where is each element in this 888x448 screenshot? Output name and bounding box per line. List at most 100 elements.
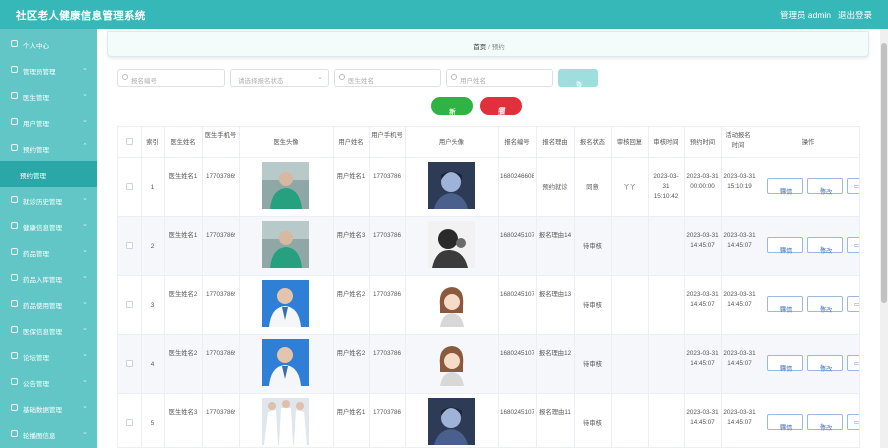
insurance-icon (11, 326, 18, 333)
search-icon (339, 74, 345, 80)
image-icon (11, 430, 18, 437)
sidebar-item-label: 药品管理 (23, 251, 49, 258)
doctor-name-input[interactable]: 医生姓名 (334, 69, 441, 87)
trash-icon: ▭ (854, 183, 860, 190)
sidebar-item-label: 个人中心 (23, 43, 49, 50)
search-icon: ⌕ (576, 79, 580, 86)
delete-row-button[interactable]: ▭ (847, 178, 860, 194)
detail-button[interactable]: ▤ 详情 (767, 178, 803, 196)
delete-row-button[interactable]: ▭ (847, 355, 859, 371)
sidebar-item-profile[interactable]: 个人中心 (0, 31, 97, 57)
chevron-down-icon: ⌄ (82, 91, 88, 98)
page-scrollbar[interactable] (880, 29, 888, 448)
row-checkbox[interactable] (126, 242, 133, 249)
sidebar-item-insurance[interactable]: 医保信息管理 ⌄ (0, 317, 97, 343)
sidebar-item-label: 药品使用管理 (23, 303, 62, 310)
sidebar-item-basedata[interactable]: 基础数据管理 ⌄ (0, 395, 97, 421)
breadcrumb-separator: / (488, 44, 490, 51)
main-content: 首页 / 预约 报名编号 请选择报名状态 ⌄ 医生姓名 用户姓名 查询 ⌕ ＋ … (97, 29, 880, 448)
sidebar-item-drugs[interactable]: 药品管理 ⌄ (0, 239, 97, 265)
row-checkbox[interactable] (126, 301, 133, 308)
chevron-down-icon: ⌄ (317, 74, 323, 81)
detail-button[interactable]: ▤ 详情 (767, 296, 803, 314)
admin-icon (11, 66, 18, 73)
breadcrumb-current: 预约 (491, 44, 505, 51)
chevron-up-icon: ⌃ (82, 143, 88, 150)
sidebar-item-drug-usage[interactable]: 药品使用管理 ⌄ (0, 291, 97, 317)
sidebar-item-label: 论坛管理 (23, 355, 49, 362)
sidebar-item-admin[interactable]: 管理员管理 ⌄ (0, 57, 97, 83)
history-icon (11, 196, 18, 203)
edit-button[interactable]: ✎ 修改 (807, 296, 843, 314)
sidebar-item-label: 公告管理 (23, 381, 49, 388)
sidebar-item-users[interactable]: 用户管理 ⌄ (0, 109, 97, 135)
sidebar-item-drug-inbound[interactable]: 药品入库管理 ⌄ (0, 265, 97, 291)
chevron-down-icon: ⌄ (82, 377, 88, 384)
chevron-down-icon: ⌄ (82, 195, 88, 202)
delete-row-button[interactable]: ▭ (847, 237, 859, 253)
chevron-down-icon: ⌄ (82, 247, 88, 254)
edit-button[interactable]: ✎ 修改 (807, 178, 843, 196)
sidebar-item-history[interactable]: 就诊历史管理 ⌄ (0, 187, 97, 213)
detail-button[interactable]: ▤ 详情 (767, 237, 803, 255)
sidebar-item-notice[interactable]: 公告管理 ⌄ (0, 369, 97, 395)
delete-button[interactable]: 🗑 删除 (480, 97, 522, 126)
row-checkbox[interactable] (126, 419, 133, 426)
sidebar-item-label: 就诊历史管理 (23, 199, 62, 206)
detail-button[interactable]: ▤ 详情 (767, 414, 803, 432)
appointment-no-input[interactable]: 报名编号 (117, 69, 225, 87)
breadcrumb-home[interactable]: 首页 (473, 44, 486, 51)
trash-icon: ▭ (854, 301, 860, 308)
calendar-icon (11, 144, 18, 151)
top-header: 社区老人健康信息管理系统 管理员 admin 退出登录 (0, 0, 888, 29)
select-all-checkbox[interactable] (126, 138, 133, 145)
sidebar-item-label: 医保信息管理 (23, 329, 62, 336)
user-name-input[interactable]: 用户姓名 (446, 69, 553, 87)
heart-icon (11, 222, 18, 229)
status-select[interactable]: 请选择报名状态 ⌄ (230, 69, 329, 87)
chevron-down-icon: ⌄ (82, 221, 88, 228)
row-checkbox[interactable] (126, 360, 133, 367)
user-avatar (428, 398, 475, 445)
row-checkbox[interactable] (126, 183, 133, 190)
delete-row-button[interactable]: ▭ (847, 296, 860, 312)
sidebar-item-appointments[interactable]: 预约管理 ⌃ (0, 135, 97, 161)
add-button[interactable]: ＋ 新增 (431, 97, 473, 126)
app-title: 社区老人健康信息管理系统 (16, 10, 146, 22)
sidebar-item-label: 基础数据管理 (23, 407, 62, 414)
appointments-table: 索引 医生姓名 医生手机号 医生头像 用户姓名 用户手机号 用户头像 报名编号 … (117, 126, 860, 448)
doctor-icon (11, 92, 18, 99)
logout-link[interactable]: 退出登录 (838, 9, 872, 21)
sidebar-subitem-appointments[interactable]: 预约管理 (0, 161, 97, 187)
edit-button[interactable]: ✎ 修改 (807, 414, 843, 432)
user-avatar (428, 280, 475, 327)
doctor-avatar (262, 398, 309, 445)
edit-button[interactable]: ✎ 修改 (807, 355, 843, 373)
sidebar-item-forum[interactable]: 论坛管理 ⌄ (0, 343, 97, 369)
pill-icon (11, 248, 18, 255)
inbox-icon (11, 274, 18, 281)
sidebar-item-health[interactable]: 健康信息管理 ⌄ (0, 213, 97, 239)
trash-icon: ▭ (854, 419, 860, 426)
doctor-avatar (262, 162, 309, 209)
column-header: 用户头像 (438, 139, 465, 146)
chevron-down-icon: ⌄ (82, 403, 88, 410)
chevron-down-icon: ⌄ (82, 117, 88, 124)
column-header: 医生头像 (273, 139, 299, 146)
doctor-avatar (262, 280, 309, 327)
column-header: 报名状态 (579, 139, 606, 146)
delete-row-button[interactable]: ▭ (847, 414, 860, 430)
column-header: 活动报名时间 (725, 132, 751, 150)
chevron-down-icon: ⌄ (82, 273, 88, 280)
user-avatar (428, 339, 475, 386)
chevron-down-icon: ⌄ (82, 325, 88, 332)
query-button[interactable]: 查询 ⌕ (558, 69, 598, 99)
sidebar-item-doctor[interactable]: 医生管理 ⌄ (0, 83, 97, 109)
sidebar-item-carousel[interactable]: 轮播图信息 ⌄ (0, 421, 97, 447)
chevron-down-icon: ⌄ (82, 429, 88, 436)
edit-button[interactable]: ✎ 修改 (807, 237, 843, 255)
sidebar-item-label: 预约管理 (20, 173, 46, 180)
detail-button[interactable]: ▤ 详情 (767, 355, 803, 373)
scrollbar-thumb[interactable] (881, 43, 887, 303)
sidebar-item-label: 医生管理 (23, 95, 49, 102)
